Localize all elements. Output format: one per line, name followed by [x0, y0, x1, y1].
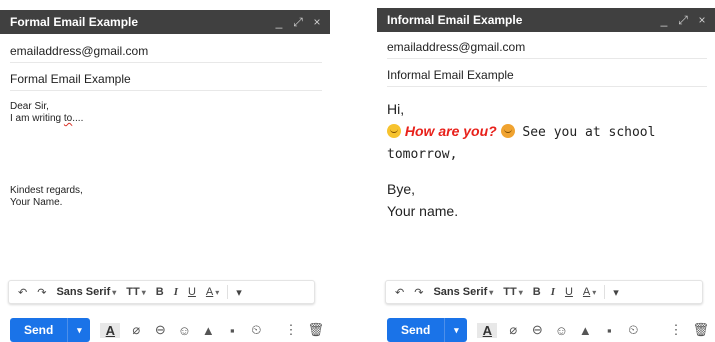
font-select[interactable]: Sans Serif ▾: [51, 281, 121, 303]
body-line: I am writing to....: [10, 113, 84, 124]
compose-titlebar[interactable]: Informal Email Example _ ⤢ ×: [377, 8, 715, 32]
body-line: Bye,: [387, 181, 416, 197]
formal-compose-window: Formal Email Example _ ⤢ × emailaddress@…: [0, 0, 330, 342]
minimize-icon[interactable]: _: [274, 15, 284, 30]
drive-icon[interactable]: ▲: [577, 323, 593, 338]
highlight-text: How are you?: [404, 123, 497, 139]
more-options-icon[interactable]: ⋮: [284, 322, 297, 338]
body-line: How are you? See you at school: [387, 120, 707, 144]
photo-icon[interactable]: ▪: [601, 323, 617, 338]
more-formatting-icon[interactable]: ▾: [608, 281, 624, 303]
attach-icon[interactable]: ⌀: [505, 322, 521, 338]
attach-icon[interactable]: ⌀: [128, 322, 144, 338]
send-options-icon[interactable]: ▾: [67, 318, 90, 342]
body-line: tomorrow,: [387, 147, 458, 162]
drive-icon[interactable]: ▲: [200, 323, 216, 338]
body-line: Hi,: [387, 101, 405, 117]
undo-icon[interactable]: ↶: [390, 281, 409, 303]
format-options-icon[interactable]: A: [477, 322, 498, 338]
send-button[interactable]: Send ▾: [10, 318, 91, 342]
popout-icon[interactable]: ⤢: [678, 13, 688, 28]
body-line: Your name.: [387, 203, 459, 219]
formatting-toolbar: ↶ ↷ Sans Serif ▾ TT ▾ B I U A ▾ ▾: [385, 280, 703, 304]
redo-icon[interactable]: ↷: [32, 281, 51, 303]
link-icon[interactable]: ⊖: [529, 322, 545, 338]
photo-icon[interactable]: ▪: [224, 323, 240, 338]
format-options-icon[interactable]: A: [100, 322, 121, 338]
underline-button[interactable]: U: [183, 281, 201, 303]
trash-icon[interactable]: 🗑: [307, 322, 324, 338]
trash-icon[interactable]: 🗑: [692, 322, 709, 338]
confidential-icon[interactable]: ⏲: [625, 322, 641, 338]
bold-button[interactable]: B: [151, 281, 169, 303]
emoji-icon[interactable]: ☺: [176, 323, 192, 338]
body-line: Your Name.: [10, 197, 63, 208]
send-options-icon[interactable]: ▾: [444, 318, 467, 342]
minimize-icon[interactable]: _: [659, 13, 669, 28]
subject-field[interactable]: Formal Email Example: [10, 68, 322, 91]
informal-compose-window: Informal Email Example _ ⤢ × emailaddres…: [377, 0, 715, 342]
popout-icon[interactable]: ⤢: [293, 15, 303, 30]
spelling-flag[interactable]: to: [64, 113, 72, 124]
underline-button[interactable]: U: [560, 281, 578, 303]
subject-field[interactable]: Informal Email Example: [387, 64, 707, 87]
more-formatting-icon[interactable]: ▾: [231, 281, 247, 303]
compose-actions: Send ▾ A ⌀ ⊖ ☺ ▲ ▪ ⏲ ⋮ 🗑: [10, 318, 324, 342]
formatting-toolbar: ↶ ↷ Sans Serif ▾ TT ▾ B I U A ▾ ▾: [8, 280, 315, 304]
toolbar-divider: [227, 285, 229, 299]
close-icon[interactable]: ×: [312, 15, 322, 30]
redo-icon[interactable]: ↷: [409, 281, 428, 303]
message-body[interactable]: Dear Sir, I am writing to.... Kindest re…: [10, 101, 322, 209]
italic-button[interactable]: I: [169, 281, 183, 303]
to-field[interactable]: emailaddress@gmail.com: [387, 36, 707, 59]
message-body[interactable]: Hi, How are you? See you at school tomor…: [387, 98, 707, 222]
link-icon[interactable]: ⊖: [152, 322, 168, 338]
body-line: Dear Sir,: [10, 101, 49, 112]
emoji-icon[interactable]: ☺: [553, 323, 569, 338]
font-size-icon[interactable]: TT ▾: [121, 281, 150, 303]
text-color-button[interactable]: A ▾: [578, 281, 601, 303]
more-options-icon[interactable]: ⋮: [669, 322, 682, 338]
nerd-emoji-icon: [500, 124, 515, 138]
close-icon[interactable]: ×: [697, 13, 707, 28]
to-field[interactable]: emailaddress@gmail.com: [10, 40, 322, 63]
undo-icon[interactable]: ↶: [13, 281, 32, 303]
body-line: Kindest regards,: [10, 185, 83, 196]
confidential-icon[interactable]: ⏲: [248, 322, 264, 338]
font-select[interactable]: Sans Serif ▾: [428, 281, 498, 303]
send-button[interactable]: Send ▾: [387, 318, 468, 342]
font-size-icon[interactable]: TT ▾: [498, 281, 527, 303]
text-color-button[interactable]: A ▾: [201, 281, 224, 303]
compose-titlebar[interactable]: Formal Email Example _ ⤢ ×: [0, 10, 330, 34]
smile-emoji-icon: [387, 124, 401, 138]
bold-button[interactable]: B: [528, 281, 546, 303]
italic-button[interactable]: I: [546, 281, 560, 303]
compose-title: Informal Email Example: [387, 13, 523, 27]
compose-actions: Send ▾ A ⌀ ⊖ ☺ ▲ ▪ ⏲ ⋮ 🗑: [387, 318, 709, 342]
toolbar-divider: [604, 285, 606, 299]
compose-title: Formal Email Example: [10, 15, 139, 29]
